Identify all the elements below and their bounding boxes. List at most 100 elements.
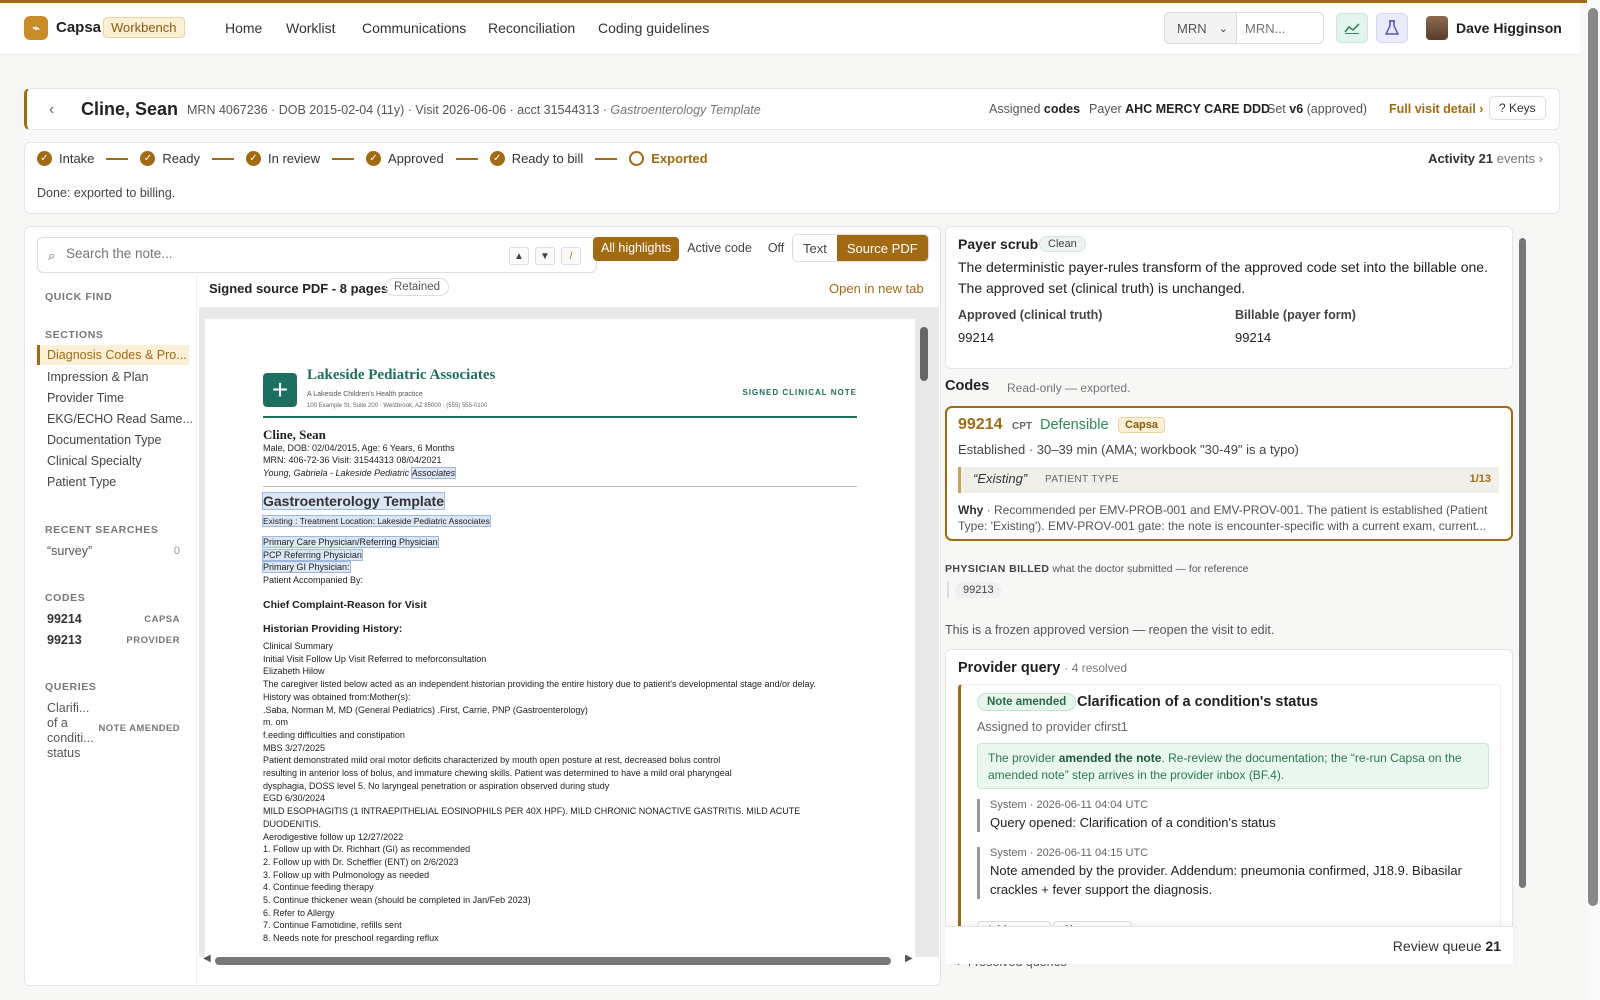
check-icon: ✓	[489, 151, 505, 166]
keys-button[interactable]: ? Keys	[1489, 96, 1546, 120]
mrn-type-select[interactable]: MRN ⌄	[1165, 13, 1237, 43]
all-highlights-option[interactable]: All highlights	[593, 237, 680, 261]
section-item[interactable]: Diagnosis Codes & Pro...	[37, 345, 189, 365]
review-queue-bar[interactable]: Review queue 21	[945, 926, 1513, 964]
highlight: Primary GI Physician:	[262, 561, 351, 574]
pdf-vertical-scrollbar[interactable]	[920, 327, 928, 381]
section-item[interactable]: Clinical Specialty	[47, 454, 141, 468]
user-name[interactable]: Dave Higginson	[1456, 20, 1562, 36]
next-match-button[interactable]: ▼	[535, 247, 555, 265]
scroll-right-icon[interactable]: ▶	[905, 953, 913, 964]
highlights-off-option[interactable]: Off	[760, 237, 792, 261]
physician-billed: PHYSICIAN BILLED what the doctor submitt…	[945, 563, 1248, 575]
sidebar-code-tag: PROVIDER	[126, 635, 180, 646]
evidence-snippet[interactable]: “Existing” PATIENT TYPE 1/13	[958, 467, 1499, 493]
page-scrollbar-thumb[interactable]	[1588, 8, 1598, 906]
evidence-counter[interactable]: 1/13	[1470, 473, 1491, 485]
payer-value: AHC MERCY CARE DDD	[1125, 102, 1271, 116]
payer-info: Payer AHC MERCY CARE DDD	[1089, 102, 1270, 116]
step-connector	[212, 157, 234, 160]
nav-worklist[interactable]: Worklist	[286, 20, 336, 36]
check-icon: ✓	[366, 151, 382, 166]
note-line: Initial Visit Follow Up Visit Referred t…	[263, 653, 487, 664]
code-source-badge: Capsa	[1118, 417, 1166, 433]
scroll-left-icon[interactable]: ◀	[203, 953, 211, 964]
highlight: PCP Referring Physician	[262, 548, 363, 561]
assigned-label: Assigned	[989, 102, 1041, 116]
sidebar-code[interactable]: 99213	[47, 633, 82, 647]
section-item[interactable]: Impression & Plan	[47, 370, 148, 384]
top-nav: ⌁ Capsa Workbench Home Worklist Communic…	[0, 3, 1580, 55]
mrn-search: MRN ⌄	[1164, 12, 1324, 44]
note-line: Male, DOB: 02/04/2015, Age: 6 Years, 6 M…	[263, 442, 455, 453]
nav-home[interactable]: Home	[225, 20, 262, 36]
coding-panel-scrollbar[interactable]	[1519, 238, 1526, 888]
recent-search-item[interactable]: “survey”	[47, 544, 92, 558]
slash-shortcut-button[interactable]: /	[561, 247, 581, 265]
source-pdf-option[interactable]: Source PDF	[836, 235, 928, 261]
sidebar-query[interactable]: Clarifi... of a conditi... status	[47, 701, 97, 761]
queries-heading: QUERIES	[45, 681, 97, 693]
nav-reconciliation[interactable]: Reconciliation	[488, 20, 575, 36]
section-item[interactable]: Provider Time	[47, 391, 124, 405]
why-text: · Recommended per EMV-PROB-001 and EMV-P…	[958, 503, 1488, 533]
step-ready: ✓ Ready	[140, 151, 200, 166]
coding-panel: Payer scrub Clean The deterministic paye…	[945, 226, 1530, 986]
note-line: Existing : Treatment Location: Lakeside …	[262, 515, 857, 528]
view-mode-toggle: Text Source PDF	[792, 234, 929, 262]
physician-billed-sub: what the doctor submitted — for referenc…	[1052, 563, 1249, 575]
step-connector	[455, 157, 478, 160]
note-search-input[interactable]	[66, 246, 486, 261]
note-line: Elizabeth Hilow	[263, 666, 325, 677]
note-line: dysphagia, DOSS level 5. No laryngeal pe…	[263, 780, 610, 791]
section-item[interactable]: Patient Type	[47, 475, 116, 489]
note-template-title: Gastroenterology Template	[261, 491, 857, 510]
full-visit-link[interactable]: Full visit detail ›	[1389, 102, 1483, 116]
text-view-option[interactable]: Text	[793, 235, 837, 261]
step-exported: Exported	[629, 151, 708, 166]
note-line: Primary GI Physician:	[262, 561, 857, 574]
workflow-steps: ✓ Intake ✓ Ready ✓ In review ✓ Approved ✓ Rea…	[37, 151, 708, 166]
amended-notice: The provider amended the note. Re-review…	[977, 743, 1489, 789]
step-connector	[106, 157, 129, 160]
codes-heading: CODES	[45, 592, 86, 604]
payer-scrub-title: Payer scrub	[958, 236, 1039, 252]
open-new-tab-link[interactable]: Open in new tab	[829, 281, 924, 296]
set-version: v6	[1289, 102, 1304, 116]
user-avatar[interactable]	[1426, 16, 1448, 40]
flask-icon[interactable]	[1376, 13, 1408, 43]
note-line: Clinical Summary	[263, 641, 334, 651]
header-rule	[263, 416, 857, 418]
note-line: 2. Follow up with Dr. Scheffler (ENT) on…	[263, 856, 459, 867]
code-card[interactable]: 99214 CPT Defensible Capsa Established ·…	[945, 406, 1513, 541]
step-connector	[332, 157, 355, 160]
activity-link[interactable]: Activity 21 events ›	[1428, 151, 1543, 166]
patient-header: ‹ Cline, Sean MRN 4067236 · DOB 2015-02-…	[24, 88, 1560, 130]
review-queue: Review queue 21	[1393, 938, 1501, 954]
back-arrow-icon[interactable]: ‹	[49, 101, 54, 119]
event-text: Note amended by the provider. Addendum: …	[990, 863, 1462, 897]
pdf-viewer[interactable]: + Lakeside Pediatric Associates A Lakesi…	[199, 307, 939, 957]
capsa-logo-icon[interactable]: ⌁	[24, 16, 48, 40]
note-line: Primary Care Physician/Referring Physici…	[262, 536, 857, 549]
sidebar-code[interactable]: 99214	[47, 612, 82, 626]
nav-coding-guidelines[interactable]: Coding guidelines	[598, 20, 709, 36]
mrn-input[interactable]	[1237, 13, 1323, 43]
set-info: Set v6 (approved)	[1267, 102, 1367, 116]
event-meta: System · 2026-06-11 04:15 UTC	[990, 847, 1149, 859]
provider-query-title: Provider query · 4 resolved	[958, 660, 1127, 676]
active-code-option[interactable]: Active code	[679, 237, 760, 261]
section-item[interactable]: EKG/ECHO Read Same...	[47, 412, 193, 426]
quick-find-heading: QUICK FIND	[45, 291, 113, 303]
event-text: Query opened: Clarification of a conditi…	[990, 815, 1276, 830]
assigned-value: codes	[1043, 102, 1081, 116]
nav-communications[interactable]: Communications	[362, 20, 466, 36]
section-item[interactable]: Documentation Type	[47, 433, 161, 447]
note-line: f.eeding difficulties and constipation	[263, 729, 405, 740]
prev-match-button[interactable]: ▲	[509, 247, 529, 265]
note-line: 8. Needs note for preschool regarding re…	[263, 933, 439, 944]
pdf-horizontal-scrollbar[interactable]	[215, 957, 891, 965]
trend-chart-icon[interactable]	[1336, 13, 1368, 43]
step-ready-to-bill: ✓ Ready to bill	[489, 151, 583, 166]
step-label: In review	[268, 151, 321, 166]
